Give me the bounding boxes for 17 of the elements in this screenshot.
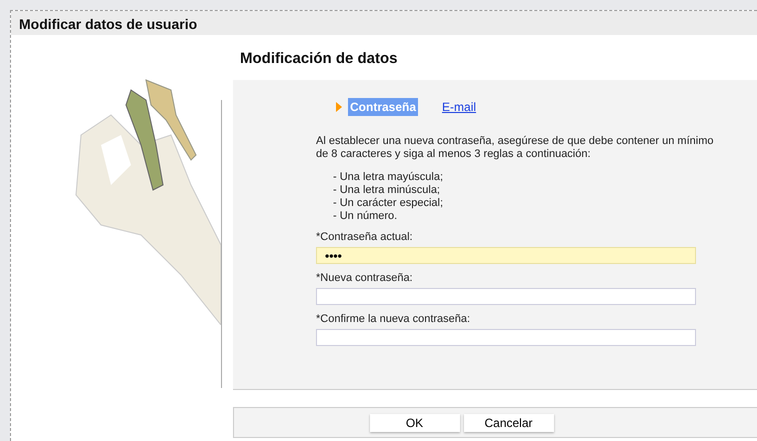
tab[interactable]: E-mail [440,98,478,116]
window-title: Modificar datos de usuario [11,11,757,35]
input-field[interactable] [316,288,696,305]
rule-text: - Una letra mayúscula; [333,171,444,184]
field-label: *Contraseña actual: [316,231,414,244]
field-label: *Nueva contraseña: [316,272,414,285]
rule-text: - Un carácter especial; [333,197,444,210]
input-field[interactable]: •••• [316,247,696,264]
rule-text: - Una letra minúscula; [333,184,441,197]
input-field[interactable] [316,329,696,346]
page-heading: Modificación de datos [239,49,399,69]
ok-button[interactable]: OK [370,414,460,432]
rule-text: - Un número. [333,210,398,223]
field-label: *Confirme la nueva contraseña: [316,313,472,326]
arrow-icon [336,102,342,112]
instructions-text: Al establecer una nueva contraseña, asegúrese de que debe contener un mínimo de 8 caracteres y siga al menos 3 reglas a continuación: [316,135,714,161]
cancel-button[interactable]: Cancelar [464,414,554,432]
